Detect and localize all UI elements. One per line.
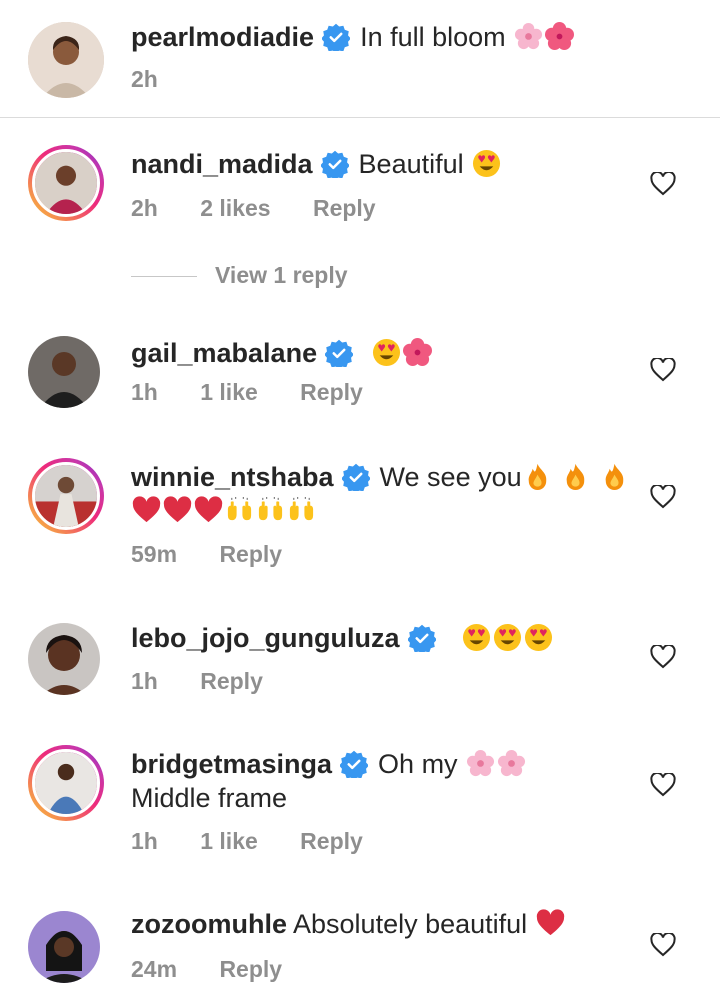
comment-meta: 1h Reply [131,668,299,695]
heart-eyes-icon [462,623,491,652]
divider [131,276,197,278]
heart-eyes-icon [524,623,553,652]
red-heart-icon [163,496,192,525]
comment-username[interactable]: zozoomuhle [131,909,287,939]
raising-hands-icon [256,496,285,525]
heart-eyes-icon [472,149,501,178]
avatar[interactable] [28,458,104,534]
avatar-image [28,911,100,983]
heart-eyes-icon [372,338,401,367]
heart-icon[interactable] [650,933,676,957]
hibiscus-icon [403,338,432,367]
comment-username[interactable]: lebo_jojo_gunguluza [131,623,400,653]
avatar[interactable] [28,623,100,695]
comment-meta: 1h 1 like Reply [131,828,399,855]
fire-icon [561,462,590,491]
avatar-image [28,22,104,98]
comment-time: 1h [131,379,158,405]
view-replies-label: View 1 reply [215,262,348,288]
comment-body: nandi_madida Beautiful [131,147,630,181]
verified-icon [342,463,370,491]
raising-hands-icon [287,496,316,525]
heart-icon[interactable] [650,485,676,509]
cherry-blossom-icon [514,22,543,51]
avatar[interactable] [28,911,100,983]
avatar-image [28,623,100,695]
verified-icon [408,624,436,652]
comment-time: 1h [131,828,158,854]
comment-text: We see you [379,462,522,492]
avatar-image [28,336,100,408]
comment-meta: 1h 1 like Reply [131,379,399,406]
heart-eyes-icon [493,623,522,652]
comment-body: zozoomuhle Absolutely beautiful [131,907,630,941]
avatar[interactable] [28,745,104,821]
heart-icon[interactable] [650,773,676,797]
likes-count[interactable]: 2 likes [200,195,270,221]
comment-text: Absolutely beautiful [293,909,528,939]
raising-hands-icon [225,496,254,525]
comment-text-line2: Middle frame [131,783,288,813]
comment-text: Beautiful [358,149,464,179]
comment-meta: 59m Reply [131,541,318,568]
comment-text: Oh my [378,749,458,779]
comment-body: winnie_ntshaba We see you [131,460,630,528]
verified-icon [340,750,368,778]
red-heart-icon [132,496,161,525]
avatar[interactable] [28,145,104,221]
caption-meta: 2h [131,66,194,93]
comment-body: bridgetmasinga Oh my Middle frame [131,747,630,815]
caption-text: In full bloom [360,22,506,52]
red-heart-icon [194,496,223,525]
reply-button[interactable]: Reply [200,668,263,694]
fire-icon [600,462,629,491]
comment-body: gail_mabalane [131,336,630,370]
comment-username[interactable]: nandi_madida [131,149,313,179]
avatar[interactable] [28,336,100,408]
comment-meta: 2h 2 likes Reply [131,195,412,222]
post-caption: pearlmodiadie In full bloom 2h [0,0,720,118]
comment-meta: 24m Reply [131,956,318,983]
likes-count[interactable]: 1 like [200,379,258,405]
reply-button[interactable]: Reply [300,379,363,405]
reply-button[interactable]: Reply [219,541,282,567]
comment-time: 2h [131,195,158,221]
comment-time: 59m [131,541,178,567]
verified-icon [322,23,350,51]
verified-icon [321,150,349,178]
avatar-image [32,749,100,817]
reply-button[interactable]: Reply [300,828,363,854]
view-replies-button[interactable]: View 1 reply [131,262,348,289]
avatar[interactable] [28,22,104,98]
heart-icon[interactable] [650,645,676,669]
caption-body: pearlmodiadie In full bloom [131,20,630,54]
hibiscus-icon [545,22,574,51]
comment-time: 1h [131,668,158,694]
caption-username[interactable]: pearlmodiadie [131,22,314,52]
likes-count[interactable]: 1 like [200,828,258,854]
avatar-image [32,462,100,530]
comment-time: 24m [131,956,178,982]
cherry-blossom-icon [497,749,526,778]
comment-username[interactable]: winnie_ntshaba [131,462,334,492]
cherry-blossom-icon [466,749,495,778]
fire-icon [523,462,552,491]
reply-button[interactable]: Reply [313,195,376,221]
comment-body: lebo_jojo_gunguluza [131,621,630,655]
verified-icon [325,339,353,367]
caption-time: 2h [131,66,158,92]
comment-username[interactable]: gail_mabalane [131,338,317,368]
red-heart-icon [536,909,565,938]
heart-icon[interactable] [650,358,676,382]
comment-username[interactable]: bridgetmasinga [131,749,332,779]
avatar-image [32,149,100,217]
heart-icon[interactable] [650,172,676,196]
reply-button[interactable]: Reply [219,956,282,982]
